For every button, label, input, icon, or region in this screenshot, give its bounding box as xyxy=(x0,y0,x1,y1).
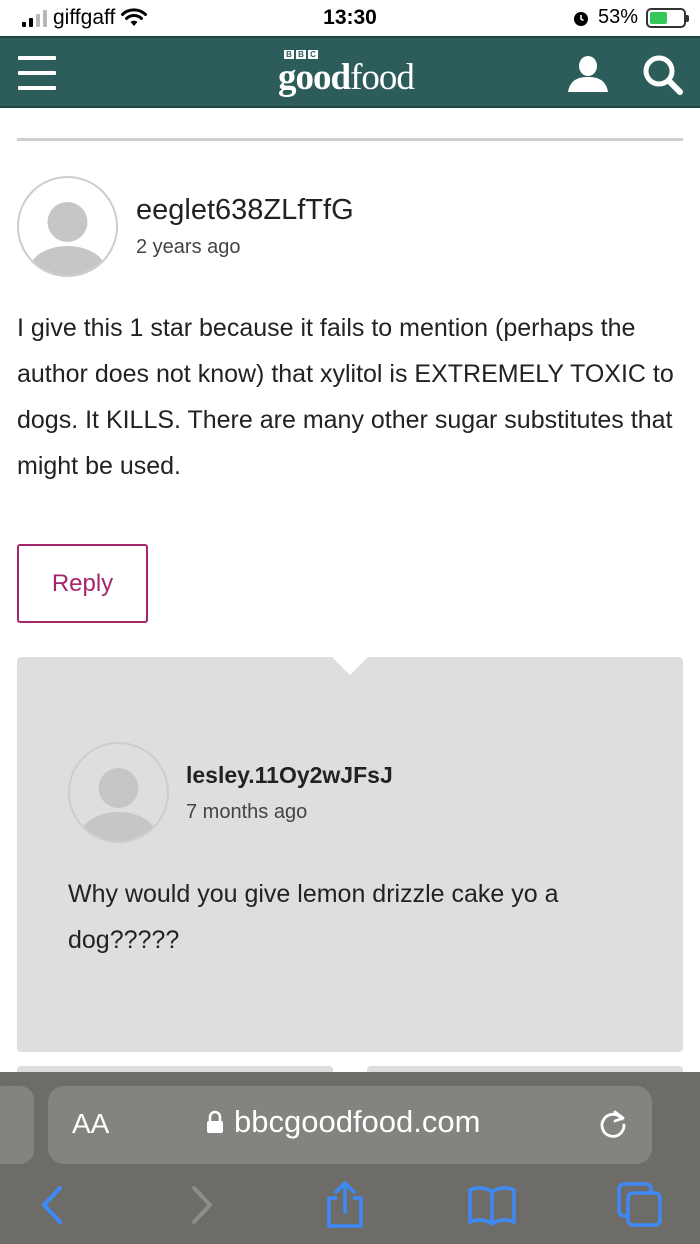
reply-button[interactable]: Reply xyxy=(17,544,148,623)
reader-aa-button[interactable]: AA xyxy=(72,1108,109,1140)
url-text: bbcgoodfood.com xyxy=(234,1104,481,1139)
goodfood-logo[interactable]: B B C goodfood xyxy=(278,48,428,98)
share-icon[interactable] xyxy=(319,1180,371,1230)
reply-card xyxy=(17,657,683,1052)
reply-notch xyxy=(332,657,368,675)
battery-icon xyxy=(646,7,689,28)
comment-body: I give this 1 star because it fails to m… xyxy=(17,314,674,480)
forward-icon[interactable] xyxy=(174,1180,226,1230)
alarm-icon xyxy=(573,11,588,26)
avatar xyxy=(68,742,169,843)
reply-author: lesley.11Oy2wJFsJ xyxy=(186,762,393,788)
user-icon[interactable] xyxy=(566,52,610,96)
comment-time: 2 years ago xyxy=(136,236,241,258)
url-display[interactable]: bbcgoodfood.com xyxy=(206,1104,480,1140)
search-icon[interactable] xyxy=(640,52,684,96)
status-right: 53% xyxy=(572,6,689,29)
tabs-icon[interactable] xyxy=(614,1180,666,1230)
bookmarks-icon[interactable] xyxy=(466,1180,518,1230)
back-icon[interactable] xyxy=(30,1180,82,1230)
reply-time: 7 months ago xyxy=(186,801,308,823)
battery-percent: 53% xyxy=(597,6,638,28)
lock-icon xyxy=(207,1110,223,1133)
section-divider xyxy=(17,138,683,141)
reply-body: Why would you give lemon drizzle cake yo… xyxy=(68,880,559,954)
site-header: B B C goodfood xyxy=(0,36,700,108)
logo-text: goodfood xyxy=(278,57,415,98)
reload-icon[interactable] xyxy=(596,1108,630,1142)
previous-tab-stub[interactable] xyxy=(0,1086,34,1164)
hamburger-icon[interactable] xyxy=(18,54,56,92)
status-bar: giffgaff 13:30 53% xyxy=(0,0,700,36)
comment-author: eeglet638ZLfTfG xyxy=(136,194,354,226)
avatar xyxy=(17,176,118,277)
